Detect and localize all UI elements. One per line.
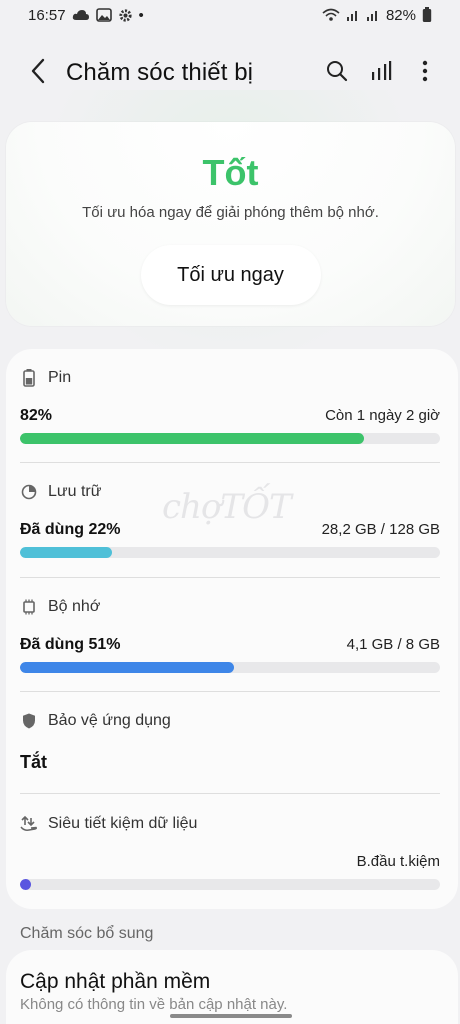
software-update-item[interactable]: Cập nhật phần mềm Không có thông tin về …: [6, 950, 458, 1024]
divider: [20, 462, 440, 463]
storage-progress-track: [20, 547, 440, 558]
data-saver-section[interactable]: Siêu tiết kiệm dữ liệu B.đầu t.kiệm: [20, 815, 440, 890]
app-header: Chăm sóc thiết bị: [0, 48, 460, 98]
app-protection-label: Bảo vệ ứng dụng: [48, 712, 171, 729]
weather-cloud-icon: [72, 8, 90, 22]
more-vertical-icon: [422, 60, 428, 87]
memory-values: Đã dùng 51% 4,1 GB / 8 GB: [20, 636, 440, 654]
device-care-list: Pin 82% Còn 1 ngày 2 giờ Lưu trữ Đã dùng…: [6, 349, 458, 909]
status-description: Tối ưu hóa ngay để giải phóng thêm bộ nh…: [82, 204, 379, 221]
shield-icon: [20, 712, 38, 730]
status-time: 16:57: [28, 6, 66, 24]
data-saver-values: B.đầu t.kiệm: [20, 853, 440, 870]
device-status-card: Tốt Tối ưu hóa ngay để giải phóng thêm b…: [6, 122, 455, 326]
battery-progress-track: [20, 433, 440, 444]
app-protection-header: Bảo vệ ứng dụng: [20, 712, 440, 730]
watermark-logo: chợTỐT: [162, 487, 292, 527]
data-saver-status: B.đầu t.kiệm: [356, 853, 440, 870]
stats-icon: [370, 60, 392, 87]
memory-capacity: 4,1 GB / 8 GB: [346, 636, 440, 653]
battery-icon: [20, 369, 38, 387]
storage-capacity: 28,2 GB / 128 GB: [321, 521, 440, 538]
divider: [20, 793, 440, 794]
memory-header: Bộ nhớ: [20, 598, 440, 616]
data-saver-progress-track: [20, 879, 440, 890]
status-left: 16:57 •: [28, 7, 144, 24]
pie-chart-icon: [20, 483, 38, 501]
battery-icon: [422, 7, 432, 23]
page-title: Chăm sóc thiết bị: [66, 59, 254, 86]
battery-values: 82% Còn 1 ngày 2 giờ: [20, 407, 440, 425]
additional-care-heading: Chăm sóc bổ sung: [20, 925, 154, 942]
software-update-title: Cập nhật phần mềm: [20, 970, 211, 993]
status-right: 82%: [322, 7, 432, 24]
battery-progress-fill: [20, 433, 365, 444]
gallery-icon: [95, 8, 112, 22]
memory-chip-icon: [20, 598, 38, 616]
memory-progress-track: [20, 662, 440, 673]
divider: [20, 691, 440, 692]
software-update-subtitle: Không có thông tin về bản cập nhật này.: [20, 996, 288, 1013]
battery-header: Pin: [20, 369, 440, 387]
status-bar: 16:57 • 82%: [0, 0, 460, 30]
signal-2-icon: [366, 8, 380, 22]
stats-button[interactable]: [366, 53, 396, 93]
status-dot: •: [138, 6, 144, 24]
navigation-handle[interactable]: [170, 1014, 292, 1018]
signal-1-icon: [346, 8, 360, 22]
storage-label: Lưu trữ: [48, 483, 102, 500]
memory-value: Đã dùng 51%: [20, 636, 121, 653]
search-button[interactable]: [322, 53, 352, 93]
memory-section[interactable]: Bộ nhớ Đã dùng 51% 4,1 GB / 8 GB: [20, 598, 440, 673]
battery-remaining: Còn 1 ngày 2 giờ: [325, 407, 440, 424]
data-saver-icon: [20, 815, 38, 833]
back-button[interactable]: [18, 53, 58, 93]
app-protection-values: Tắt: [20, 752, 440, 773]
optimize-now-button[interactable]: Tối ưu ngay: [140, 245, 321, 305]
data-saver-label: Siêu tiết kiệm dữ liệu: [48, 815, 198, 832]
data-saver-progress-fill: [20, 879, 31, 890]
chevron-left-icon: [30, 58, 46, 89]
app-protection-value: Tắt: [20, 752, 47, 772]
storage-progress-fill: [20, 547, 113, 558]
settings-gear-icon: [118, 8, 133, 23]
device-status: Tốt: [202, 152, 259, 193]
header-actions: [322, 53, 440, 93]
app-protection-section[interactable]: Bảo vệ ứng dụng Tắt: [20, 712, 440, 773]
wifi-icon: [322, 8, 340, 22]
storage-value: Đã dùng 22%: [20, 521, 121, 538]
battery-section[interactable]: Pin 82% Còn 1 ngày 2 giờ: [20, 369, 440, 444]
memory-progress-fill: [20, 662, 235, 673]
memory-label: Bộ nhớ: [48, 598, 101, 615]
more-options-button[interactable]: [410, 53, 440, 93]
battery-value: 82%: [20, 407, 53, 424]
battery-percent: 82%: [385, 6, 416, 24]
search-icon: [326, 60, 348, 87]
data-saver-header: Siêu tiết kiệm dữ liệu: [20, 815, 440, 833]
divider: [20, 577, 440, 578]
battery-label: Pin: [48, 369, 72, 386]
